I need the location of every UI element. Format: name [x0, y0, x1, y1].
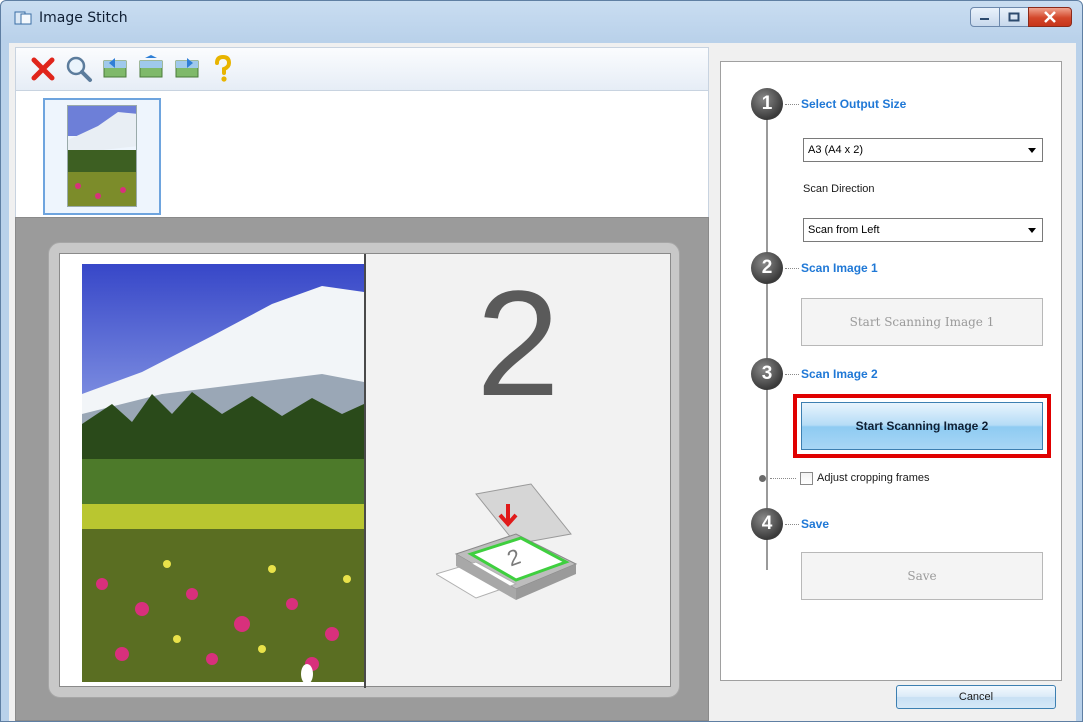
- scan-direction-dropdown[interactable]: Scan from Left: [803, 218, 1043, 242]
- close-icon: [1044, 11, 1056, 23]
- save-button[interactable]: Save: [801, 552, 1043, 600]
- step-2-title: Scan Image 1: [801, 261, 878, 275]
- connector-dot: [759, 474, 766, 482]
- step-3-title: Scan Image 2: [801, 367, 878, 381]
- thumbnail-strip: [15, 91, 709, 217]
- app-icon: [14, 11, 32, 25]
- swap-icon: [139, 55, 163, 78]
- steps-connector-line: [766, 100, 768, 570]
- minimize-icon: [980, 18, 989, 20]
- minimize-button[interactable]: [970, 7, 1000, 27]
- thumbnail-preview: [67, 105, 137, 207]
- step-1-badge: 1: [751, 88, 783, 120]
- swap-left-button[interactable]: [98, 51, 132, 87]
- output-size-value: A3 (A4 x 2): [808, 144, 864, 156]
- step-4-connector: [785, 524, 799, 525]
- swap-button[interactable]: [134, 51, 168, 87]
- start-scanning-image-2-button[interactable]: Start Scanning Image 2: [801, 402, 1043, 450]
- left-pane: 2 2: [15, 47, 709, 721]
- step-4-title: Save: [801, 517, 830, 531]
- delete-icon: [31, 57, 55, 81]
- swap-left-icon: [103, 58, 127, 78]
- placeholder-number: 2: [476, 259, 560, 427]
- maximize-icon: [1008, 12, 1020, 22]
- dropdown-arrow-icon: [1028, 148, 1036, 153]
- stitch-canvas: 2 2: [59, 253, 671, 688]
- step-2-connector: [785, 268, 799, 269]
- toolbar: [15, 47, 709, 91]
- output-size-dropdown[interactable]: A3 (A4 x 2): [803, 138, 1043, 162]
- title-bar[interactable]: Image Stitch: [1, 1, 1082, 35]
- cancel-button[interactable]: Cancel: [896, 685, 1056, 709]
- delete-button[interactable]: [26, 51, 60, 87]
- steps-panel: 1 Select Output Size A3 (A4 x 2) Scan Di…: [720, 61, 1062, 681]
- adjust-cropping-frames-label: Adjust cropping frames: [817, 472, 930, 484]
- step-1-connector: [785, 104, 799, 105]
- window-title: Image Stitch: [39, 10, 128, 26]
- zoom-button[interactable]: [62, 51, 96, 87]
- step-3-connector: [785, 374, 799, 375]
- connector-dots: [770, 477, 796, 479]
- scan-direction-value: Scan from Left: [808, 224, 880, 236]
- step-2-badge: 2: [751, 252, 783, 284]
- preview-frame: 2 2: [48, 242, 680, 698]
- dropdown-arrow-icon: [1028, 228, 1036, 233]
- adjust-cropping-frames-checkbox[interactable]: [800, 471, 813, 485]
- step-4-badge: 4: [751, 508, 783, 540]
- thumbnail-image-1[interactable]: [43, 98, 161, 215]
- preview-area: 2 2: [15, 217, 709, 721]
- start-scanning-image-1-button[interactable]: Start Scanning Image 1: [801, 298, 1043, 346]
- scanned-image-1: [82, 264, 364, 682]
- image-2-placeholder: 2 2: [366, 254, 670, 686]
- image-stitch-window: Image Stitch 2 2 1 Select Output Size A3…: [0, 0, 1083, 722]
- step-3-badge: 3: [751, 358, 783, 390]
- close-button[interactable]: [1028, 7, 1072, 27]
- maximize-button[interactable]: [999, 7, 1029, 27]
- magnifier-icon: [66, 56, 92, 82]
- client-area: 2 2 1 Select Output Size A3 (A4 x 2) Sca…: [9, 43, 1076, 721]
- adjust-cropping-frames-row[interactable]: Adjust cropping frames: [759, 470, 930, 486]
- scan-direction-label: Scan Direction: [803, 183, 875, 195]
- help-icon: [215, 55, 232, 82]
- help-button[interactable]: [206, 51, 240, 87]
- swap-right-icon: [175, 58, 199, 78]
- scanner-icon: 2: [436, 483, 578, 600]
- swap-right-button[interactable]: [170, 51, 204, 87]
- step-1-title: Select Output Size: [801, 97, 907, 111]
